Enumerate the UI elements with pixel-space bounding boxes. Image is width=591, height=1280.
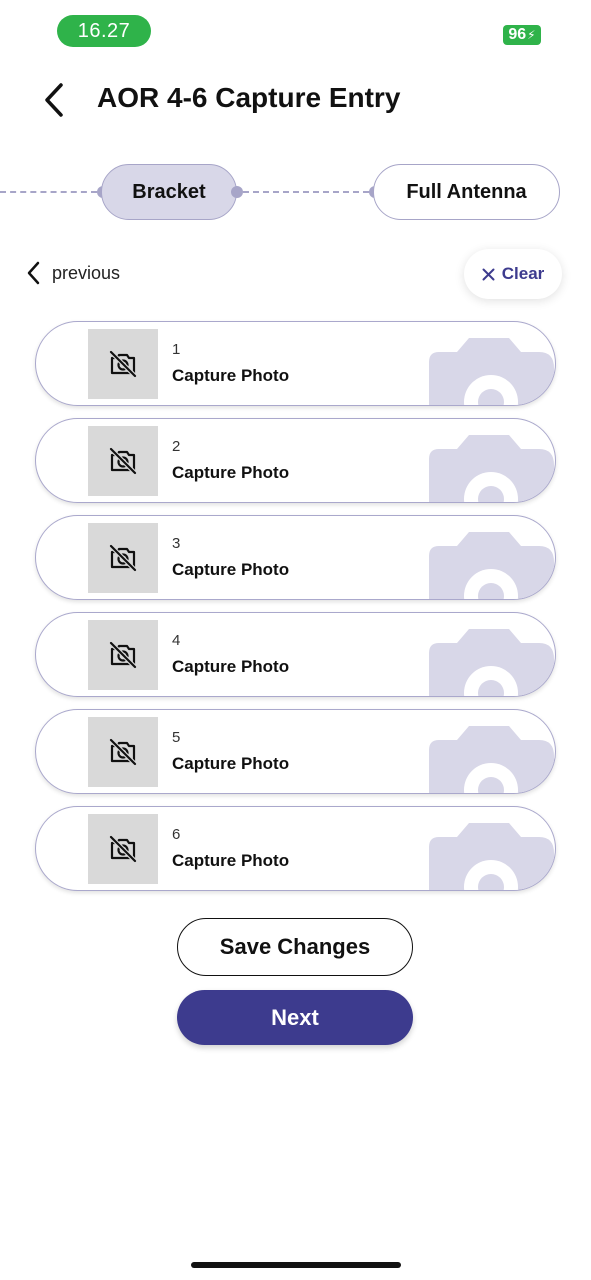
save-changes-button[interactable]: Save Changes — [177, 918, 413, 976]
stepper-connector — [0, 191, 97, 193]
capture-number: 6 — [172, 826, 181, 843]
stepper-dot — [231, 186, 243, 198]
chevron-left-icon — [27, 261, 40, 285]
capture-card[interactable]: 6 Capture Photo — [35, 806, 556, 891]
capture-card[interactable]: 1 Capture Photo — [35, 321, 556, 406]
no-camera-icon — [109, 835, 137, 863]
status-time: 16.27 — [57, 15, 151, 47]
photo-thumbnail — [88, 620, 158, 690]
stepper-connector — [243, 191, 369, 193]
capture-label: Capture Photo — [172, 366, 290, 385]
camera-icon — [429, 435, 554, 502]
clear-button[interactable]: Clear — [464, 249, 562, 299]
camera-icon — [429, 629, 554, 696]
camera-icon — [429, 338, 554, 405]
no-camera-icon — [109, 447, 137, 475]
camera-icon — [429, 726, 554, 793]
previous-button[interactable]: previous — [26, 256, 120, 290]
no-camera-icon — [109, 350, 137, 378]
step-full-antenna[interactable]: Full Antenna — [373, 164, 560, 220]
capture-number: 3 — [172, 535, 181, 552]
camera-icon — [429, 823, 554, 890]
photo-thumbnail — [88, 426, 158, 496]
close-icon — [482, 268, 495, 280]
battery-level: 96 — [508, 26, 527, 43]
photo-thumbnail — [88, 717, 158, 787]
capture-card[interactable]: 3 Capture Photo — [35, 515, 556, 600]
capture-list: 1 Capture Photo 2 Capture Photo 3 Captur… — [35, 321, 556, 903]
capture-label: Capture Photo — [172, 463, 290, 482]
home-indicator — [191, 1262, 401, 1268]
next-button[interactable]: Next — [177, 990, 413, 1045]
capture-card[interactable]: 5 Capture Photo — [35, 709, 556, 794]
camera-icon — [429, 532, 554, 599]
capture-label: Capture Photo — [172, 851, 290, 870]
photo-thumbnail — [88, 814, 158, 884]
charging-bolt-icon: ⚡ — [527, 28, 536, 42]
step-bracket[interactable]: Bracket — [101, 164, 237, 220]
no-camera-icon — [109, 641, 137, 669]
page-title: AOR 4-6 Capture Entry — [97, 82, 401, 113]
clear-label: Clear — [501, 264, 545, 283]
photo-thumbnail — [88, 523, 158, 593]
capture-label: Capture Photo — [172, 560, 290, 579]
capture-number: 5 — [172, 729, 181, 746]
progress-stepper: Bracket Full Antenna — [0, 160, 591, 224]
capture-card[interactable]: 4 Capture Photo — [35, 612, 556, 697]
no-camera-icon — [109, 544, 137, 572]
capture-number: 2 — [172, 438, 181, 455]
capture-number: 4 — [172, 632, 181, 649]
no-camera-icon — [109, 738, 137, 766]
capture-card[interactable]: 2 Capture Photo — [35, 418, 556, 503]
previous-label: previous — [52, 262, 121, 283]
photo-thumbnail — [88, 329, 158, 399]
back-button[interactable] — [36, 80, 72, 120]
capture-number: 1 — [172, 341, 181, 358]
chevron-left-icon — [45, 83, 63, 117]
capture-label: Capture Photo — [172, 657, 290, 676]
battery-indicator: 96 ⚡ — [503, 25, 541, 45]
capture-label: Capture Photo — [172, 754, 290, 773]
